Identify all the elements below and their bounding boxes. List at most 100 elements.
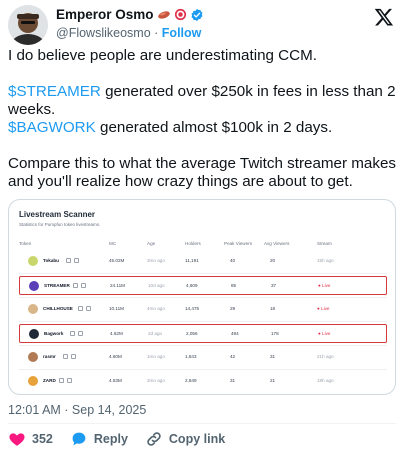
column-header: Token bbox=[19, 241, 32, 246]
token-age: 4mo ago bbox=[147, 306, 165, 311]
x-logo-icon[interactable] bbox=[374, 7, 394, 27]
target-emoji-icon bbox=[174, 8, 187, 21]
copy-icon bbox=[72, 283, 78, 288]
market-cap: 24.11M bbox=[110, 283, 125, 288]
row-divider bbox=[19, 345, 387, 346]
avatar[interactable] bbox=[8, 5, 48, 45]
stream-status: 15h ago bbox=[317, 258, 334, 263]
column-header: Stream bbox=[317, 241, 332, 246]
holders-count: 11,191 bbox=[185, 258, 199, 263]
peak-viewers: 85 bbox=[231, 283, 237, 288]
divider bbox=[8, 423, 396, 424]
copy-icon bbox=[69, 331, 75, 336]
row-divider bbox=[19, 273, 387, 274]
peak-viewers: 40 bbox=[230, 258, 236, 263]
stream-status: 21h ago bbox=[317, 354, 334, 359]
handle-row: @Flowslikeosmo · Follow bbox=[56, 26, 201, 40]
tweet-text: I do believe people are underestimating … bbox=[8, 47, 396, 191]
dot-separator: · bbox=[154, 26, 159, 40]
avg-viewers: 31 bbox=[270, 354, 276, 359]
token-age: 3mo ago bbox=[147, 258, 165, 263]
token-age: 2mo ago bbox=[147, 378, 165, 383]
table-row: CHILLHOUSE 10.11M 4mo ago 14,475 29 18 ● Live bbox=[19, 300, 387, 319]
link-icon bbox=[145, 430, 163, 448]
column-header: Peak Viewers bbox=[224, 241, 253, 246]
tweet-paragraph-2: $STREAMER generated over $250k in fees i… bbox=[8, 83, 396, 137]
sausage-emoji-icon bbox=[157, 9, 171, 21]
holders-count: 14,475 bbox=[185, 306, 200, 311]
tweet-timestamp[interactable]: 12:01 AM · Sep 14, 2025 bbox=[8, 403, 146, 417]
peak-viewers: 494 bbox=[231, 331, 239, 336]
avg-viewers: 37 bbox=[271, 283, 277, 288]
column-header: Avg Viewers bbox=[264, 241, 290, 246]
external-link-icon bbox=[86, 306, 91, 311]
token-avatar-icon bbox=[28, 304, 38, 314]
stream-status: ● Live bbox=[318, 283, 331, 288]
media-image[interactable]: Livestream Scanner Statistics for Pumpfu… bbox=[8, 199, 396, 395]
tweet-paragraph-1: I do believe people are underestimating … bbox=[8, 47, 317, 64]
avg-viewers: 21 bbox=[270, 378, 276, 383]
token-age: 10d ago bbox=[148, 283, 165, 288]
peak-viewers: 42 bbox=[230, 354, 236, 359]
external-link-icon bbox=[77, 331, 83, 336]
avg-viewers: 178 bbox=[271, 331, 279, 336]
external-link-icon bbox=[73, 258, 79, 263]
market-cap: 10.11M bbox=[109, 306, 124, 311]
table-row: Tokabu 45.02M 3mo ago 11,191 40 20 15h ago bbox=[19, 252, 387, 271]
table-row: rasmr 4.60M 1mo ago 1,843 42 31 21h ago bbox=[19, 348, 387, 367]
token-name: rasmr bbox=[43, 354, 56, 359]
scanner-title: Livestream Scanner bbox=[19, 210, 96, 219]
copy-link-button[interactable]: Copy link bbox=[145, 430, 225, 448]
like-button[interactable]: 352 bbox=[8, 430, 53, 448]
external-link-icon bbox=[67, 378, 73, 383]
token-age: 2d ago bbox=[148, 331, 163, 336]
token-avatar-icon bbox=[28, 256, 38, 266]
holders-count: 4,609 bbox=[186, 283, 198, 288]
reply-button[interactable]: Reply bbox=[70, 430, 128, 448]
scanner-subtitle: Statistics for Pumpfun token livestreams… bbox=[19, 222, 101, 227]
token-name: Bagwork bbox=[44, 331, 64, 336]
action-bar: 352 Reply Copy link bbox=[8, 429, 242, 449]
tweet-paragraph-3: Compare this to what the average Twitch … bbox=[8, 155, 397, 190]
handle[interactable]: @Flowslikeosmo bbox=[56, 26, 151, 40]
token-name: CHILLHOUSE bbox=[43, 306, 73, 311]
copy-icon bbox=[62, 354, 68, 359]
column-header: MC bbox=[109, 241, 117, 246]
token-avatar-icon bbox=[29, 329, 39, 339]
token-name: ZARD bbox=[43, 378, 56, 383]
author-name-row: Emperor Osmo bbox=[56, 7, 204, 22]
heart-icon bbox=[8, 430, 26, 448]
display-name[interactable]: Emperor Osmo bbox=[56, 7, 154, 22]
column-header: Age bbox=[147, 241, 156, 246]
stream-status: ● Live bbox=[318, 331, 331, 336]
reply-label: Reply bbox=[93, 432, 128, 446]
bagwork-text: generated almost $100k in 2 days. bbox=[95, 119, 333, 136]
column-header: Holders bbox=[185, 241, 201, 246]
table-row: ZARD 4.53M 2mo ago 2,849 31 21 18h ago bbox=[19, 372, 387, 391]
token-name: STREAMER bbox=[44, 283, 70, 288]
peak-viewers: 29 bbox=[230, 306, 236, 311]
row-divider bbox=[19, 321, 387, 322]
external-link-icon bbox=[80, 283, 86, 288]
market-cap: 4.62M bbox=[110, 331, 123, 336]
token-avatar-icon bbox=[28, 352, 38, 362]
row-divider bbox=[19, 369, 387, 370]
copy-icon bbox=[65, 258, 71, 263]
market-cap: 4.53M bbox=[109, 378, 122, 383]
table-row: Bagwork 4.62M 2d ago 2,056 494 178 ● Live bbox=[19, 324, 387, 343]
follow-button[interactable]: Follow bbox=[162, 26, 202, 40]
avg-viewers: 18 bbox=[270, 306, 276, 311]
reply-bubble-icon bbox=[70, 430, 88, 448]
market-cap: 4.60M bbox=[109, 354, 122, 359]
holders-count: 1,843 bbox=[185, 354, 197, 359]
token-name: Tokabu bbox=[43, 258, 59, 263]
copy-icon bbox=[78, 306, 83, 311]
copy-link-label: Copy link bbox=[168, 432, 226, 446]
row-divider bbox=[19, 297, 387, 298]
stream-status: 18h ago bbox=[317, 378, 334, 383]
verified-badge-icon bbox=[190, 8, 204, 22]
peak-viewers: 31 bbox=[230, 378, 236, 383]
holders-count: 2,849 bbox=[185, 378, 197, 383]
cashtag-bagwork[interactable]: $BAGWORK bbox=[8, 119, 96, 136]
cashtag-streamer[interactable]: $STREAMER bbox=[8, 83, 101, 100]
